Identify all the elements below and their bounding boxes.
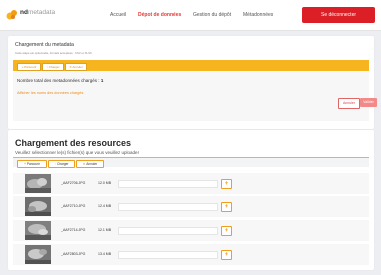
- nav-metadonnees[interactable]: Métadonnées: [243, 12, 273, 18]
- resources-card: Chargement des resources Veuillez sélect…: [8, 130, 374, 270]
- metadata-annuler-button[interactable]: Annuler: [338, 98, 360, 109]
- show-loaded-names-link[interactable]: Afficher les noms des données chargés: [17, 91, 83, 95]
- upload-progress: [118, 180, 218, 188]
- metadata-upload-button[interactable]: ↑ Charger: [42, 62, 64, 71]
- file-name: _AAF2714.JPG: [61, 228, 86, 232]
- metadata-title: Chargement du metadata: [15, 42, 74, 48]
- file-name: _AAF2710.JPG: [61, 204, 86, 208]
- file-thumbnail: [25, 197, 51, 216]
- plus-icon: +: [24, 162, 27, 166]
- file-size: 12.4 MB: [98, 204, 112, 208]
- add-file-button[interactable]: +: [221, 226, 232, 236]
- add-file-button[interactable]: +: [221, 250, 232, 260]
- logout-button[interactable]: Se déconnecter: [302, 7, 375, 23]
- upload-progress: [118, 227, 218, 235]
- file-row: _AAF2706.JPG 12.0 MB +: [13, 173, 369, 194]
- resources-browse-button[interactable]: + Parcourir: [17, 160, 47, 168]
- file-name: _AAF2803.JPG: [61, 252, 86, 256]
- resources-cancel-button[interactable]: ✕ Annuler: [76, 160, 104, 168]
- upload-progress: [118, 203, 218, 211]
- resources-upload-label: Charger: [56, 162, 69, 166]
- metadata-browse-button[interactable]: + Parcourir: [17, 62, 41, 71]
- resources-toolbar: + Parcourir ↑ Charger ✕ Annuler: [13, 157, 369, 168]
- metadata-valider-button[interactable]: Valider: [360, 98, 377, 107]
- resources-cancel-label: Annuler: [86, 162, 98, 166]
- brand-logo[interactable]: ndmetadata: [6, 6, 70, 22]
- metadata-total-value: 1: [100, 78, 104, 83]
- nav-depot-donnees[interactable]: Dépot de données: [138, 12, 181, 18]
- nav-gestion-depot[interactable]: Gestion du dépôt: [193, 12, 231, 18]
- resources-upload-button[interactable]: ↑ Charger: [48, 160, 75, 168]
- file-size: 12.0 MB: [98, 181, 112, 185]
- logo-icon: [6, 10, 17, 20]
- brand-name: nd: [20, 9, 28, 16]
- file-thumbnail: [25, 174, 51, 193]
- upload-progress: [118, 251, 218, 259]
- file-name: _AAF2706.JPG: [61, 181, 86, 185]
- metadata-total: Nombre total des metadonnées chargés : 1: [17, 78, 103, 83]
- metadata-panel: Nombre total des metadonnées chargés : 1…: [13, 71, 369, 121]
- file-thumbnail: [25, 221, 51, 240]
- metadata-subtitle: Cette étape est optionnelle, formats acc…: [15, 51, 92, 55]
- file-size: 12.1 MB: [98, 228, 112, 232]
- upload-icon: ↑: [54, 162, 57, 166]
- resources-subtitle: Veuillez sélectionner le(s) fichier(s) q…: [15, 150, 140, 155]
- resources-title: Chargement des resources: [15, 138, 132, 148]
- metadata-toolbar: + Parcourir ↑ Charger ✕ Annuler: [13, 60, 369, 71]
- file-row: _AAF2714.JPG 12.1 MB +: [13, 220, 369, 241]
- metadata-cancel-button[interactable]: ✕ Annuler: [65, 62, 87, 71]
- file-row: _AAF2710.JPG 12.4 MB +: [13, 196, 369, 217]
- file-thumbnail: [25, 245, 51, 264]
- nav-accueil[interactable]: Accueil: [110, 12, 126, 18]
- metadata-card: Chargement du metadata Cette étape est o…: [8, 36, 377, 129]
- top-navbar: ndmetadata Accueil Dépot de données Gest…: [0, 0, 381, 31]
- add-file-button[interactable]: +: [221, 179, 232, 189]
- metadata-total-label: Nombre total des metadonnées chargés :: [17, 78, 100, 83]
- file-row: _AAF2803.JPG 13.4 MB +: [13, 244, 369, 265]
- add-file-button[interactable]: +: [221, 202, 232, 212]
- file-size: 13.4 MB: [98, 252, 112, 256]
- resources-browse-label: Parcourir: [26, 162, 40, 166]
- brand-sub: metadata: [27, 9, 56, 16]
